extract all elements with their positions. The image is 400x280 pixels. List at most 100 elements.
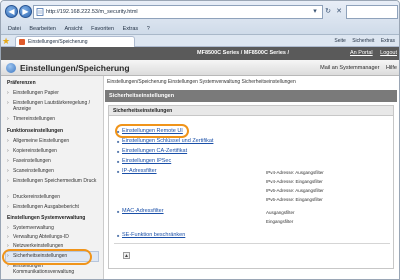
sidebar-section-preferences: Präferenzen	[7, 80, 36, 86]
sidebar-section-functions: Funktionseinstellungen	[7, 128, 64, 134]
link-se-function[interactable]: ■ SE-Funktion beschränken	[117, 232, 185, 238]
ip-filter-item: IPv6-Adresse: Ausgangsfilter	[266, 188, 324, 193]
arrow-icon: ›	[7, 204, 9, 210]
sidebar-section-system: Einstellungen Systemverwaltung	[7, 215, 86, 221]
settings-panel: Sicherheitseinstellungen ■ Einstellungen …	[108, 105, 394, 269]
link-key-certificate[interactable]: ■ Einstellungen Schlüssel und Zertifikat	[117, 138, 214, 144]
sidebar-item-timer[interactable]: › Timereinstellungen	[7, 116, 101, 122]
stop-icon[interactable]: ✕	[334, 6, 344, 17]
sidebar-item-fax[interactable]: › Faxeinstellungen	[7, 158, 101, 164]
ip-filter-item: IPv4-Adresse: Eingangsfilter	[266, 179, 323, 184]
sidebar-item-general[interactable]: › Allgemeine Einstellungen	[7, 138, 101, 144]
refresh-icon[interactable]: ↻	[323, 6, 333, 17]
arrow-icon: ›	[7, 234, 9, 240]
search-input[interactable]	[346, 5, 398, 19]
link-label: Einstellungen Remote UI	[122, 128, 183, 134]
page-icon	[36, 8, 44, 16]
dropdown-icon[interactable]: ▾	[310, 6, 320, 17]
arrow-icon: ›	[7, 168, 9, 174]
sidebar-item-label: Kopiereinstellungen	[13, 148, 57, 154]
link-ca-certificate[interactable]: ■ Einstellungen CA-Zertifikat	[117, 148, 188, 154]
ip-filter-item: IPv6-Adresse: Eingangsfilter	[266, 197, 323, 202]
sidebar-item-label: Allgemeine Einstellungen	[13, 138, 70, 144]
bullet-icon: ■	[117, 233, 120, 238]
panel-divider	[114, 243, 390, 244]
back-icon[interactable]: ◀	[5, 5, 18, 18]
menu-file[interactable]: Datei	[8, 23, 21, 35]
link-label: Einstellungen CA-Zertifikat	[122, 148, 188, 154]
tab-title: Einstellungen/Speicherung	[28, 39, 88, 45]
link-ipsec[interactable]: ■ Einstellungen IPSec	[117, 158, 171, 164]
bullet-icon: ■	[117, 159, 120, 164]
command-safety[interactable]: Sicherheit	[352, 38, 374, 44]
arrow-icon: ›	[7, 116, 9, 122]
title-links: Mail an Systemmanager Hilfe	[315, 60, 397, 76]
title-bar: Einstellungen/Speicherung Mail an System…	[1, 60, 399, 76]
sidebar-item-label: Faxeinstellungen	[13, 158, 51, 164]
sidebar-item-label: Verwaltung Abteilungs-ID	[13, 234, 69, 240]
menu-help[interactable]: ?	[147, 23, 150, 35]
bullet-icon: ■	[117, 209, 120, 214]
link-ip-filter[interactable]: ■ IP-Adressfilter	[117, 168, 157, 174]
mac-filter-item: Ausgangsfilter	[266, 210, 295, 215]
sidebar-item-volume-display[interactable]: › Einstellungen Lautstärkeregelung / Anze…	[7, 100, 101, 112]
security-highlight-ring	[2, 249, 92, 265]
sidebar-item-scan[interactable]: › Scaneinstellungen	[7, 168, 101, 174]
menu-favorites[interactable]: Favoriten	[91, 23, 114, 35]
sidebar-item-label: Systemverwaltung	[13, 225, 54, 231]
main-content: Einstellungen/Speicherung Einstellungen …	[105, 76, 399, 279]
arrow-icon: ›	[7, 90, 9, 96]
top-links: An Portal Logout	[344, 47, 397, 60]
arrow-icon: ›	[7, 158, 9, 164]
arrow-icon: ›	[7, 138, 9, 144]
address-url: http://192.168.222.53/m_security.html	[46, 9, 138, 15]
arrow-icon: ›	[7, 178, 9, 184]
link-label: Einstellungen Schlüssel und Zertifikat	[122, 138, 214, 144]
portal-link[interactable]: An Portal	[350, 50, 373, 56]
tab-bar: Einstellungen/Speicherung Seite Sicherhe…	[1, 35, 399, 47]
sidebar-item-report-output[interactable]: › Einstellungen Ausgabebericht	[7, 204, 101, 210]
link-remote-ui[interactable]: ■ Einstellungen Remote UI	[117, 128, 183, 134]
forward-icon[interactable]: ▶	[19, 5, 32, 18]
arrow-icon: ›	[7, 100, 9, 106]
sidebar-item-label: Einstellungen Lautstärkeregelung / Anzei…	[13, 100, 90, 112]
arrow-icon: ›	[7, 148, 9, 154]
sidebar-item-department-id[interactable]: › Verwaltung Abteilungs-ID	[7, 234, 101, 240]
menu-bar: Datei Bearbeiten Ansicht Favoriten Extra…	[1, 23, 399, 35]
command-page[interactable]: Seite	[334, 38, 345, 44]
sidebar-item-label: Druckereinstellungen	[13, 194, 60, 200]
mail-admin-link[interactable]: Mail an Systemmanager	[320, 65, 379, 71]
menu-tools[interactable]: Extras	[123, 23, 139, 35]
command-bar: Seite Sicherheit Extras	[329, 36, 395, 46]
page-top-button[interactable]: ▲	[123, 252, 130, 259]
sidebar-item-copy[interactable]: › Kopiereinstellungen	[7, 148, 101, 154]
favicon-icon	[19, 39, 25, 45]
favorites-star-icon[interactable]: ★	[2, 36, 10, 46]
sidebar-item-label: Timereinstellungen	[13, 116, 56, 122]
browser-toolbar: ◀ ▶ http://192.168.222.53/m_security.htm…	[1, 1, 399, 35]
printer-name: MF8500C Series / MF8500C Series /	[197, 50, 290, 56]
address-bar[interactable]: http://192.168.222.53/m_security.html	[33, 5, 323, 19]
mac-filter-item: Eingangsfilter	[266, 219, 294, 224]
bullet-icon: ■	[117, 129, 120, 134]
menu-edit[interactable]: Bearbeiten	[29, 23, 56, 35]
logout-link[interactable]: Logout	[380, 50, 397, 56]
help-link[interactable]: Hilfe	[386, 65, 397, 71]
panel-title: Sicherheitseinstellungen	[109, 106, 393, 116]
sidebar-item-label: Einstellungen Ausgabebericht	[13, 204, 79, 210]
ip-filter-item: IPv4-Adresse: Ausgangsfilter	[266, 170, 324, 175]
command-tools[interactable]: Extras	[381, 38, 395, 44]
link-label: IP-Adressfilter	[122, 168, 157, 174]
sidebar-item-printer[interactable]: › Druckereinstellungen	[7, 194, 101, 200]
page-title: Einstellungen/Speicherung	[20, 63, 130, 73]
sidebar-item-system-management[interactable]: › Systemverwaltung	[7, 225, 101, 231]
settings-icon	[6, 63, 16, 73]
link-mac-filter[interactable]: ■ MAC-Adressfilter	[117, 208, 164, 214]
sidebar: Präferenzen › Einstellungen Papier › Einst…	[1, 76, 104, 279]
sidebar-item-paper[interactable]: › Einstellungen Papier	[7, 90, 101, 96]
browser-tab[interactable]: Einstellungen/Speicherung	[15, 36, 135, 47]
menu-view[interactable]: Ansicht	[65, 23, 83, 35]
browser-window: ◀ ▶ http://192.168.222.53/m_security.htm…	[0, 0, 400, 280]
breadcrumb: Einstellungen/Speicherung Einstellungen …	[107, 79, 296, 85]
sidebar-item-media-print[interactable]: › Einstellungen Speichermedium Druck	[7, 178, 101, 184]
